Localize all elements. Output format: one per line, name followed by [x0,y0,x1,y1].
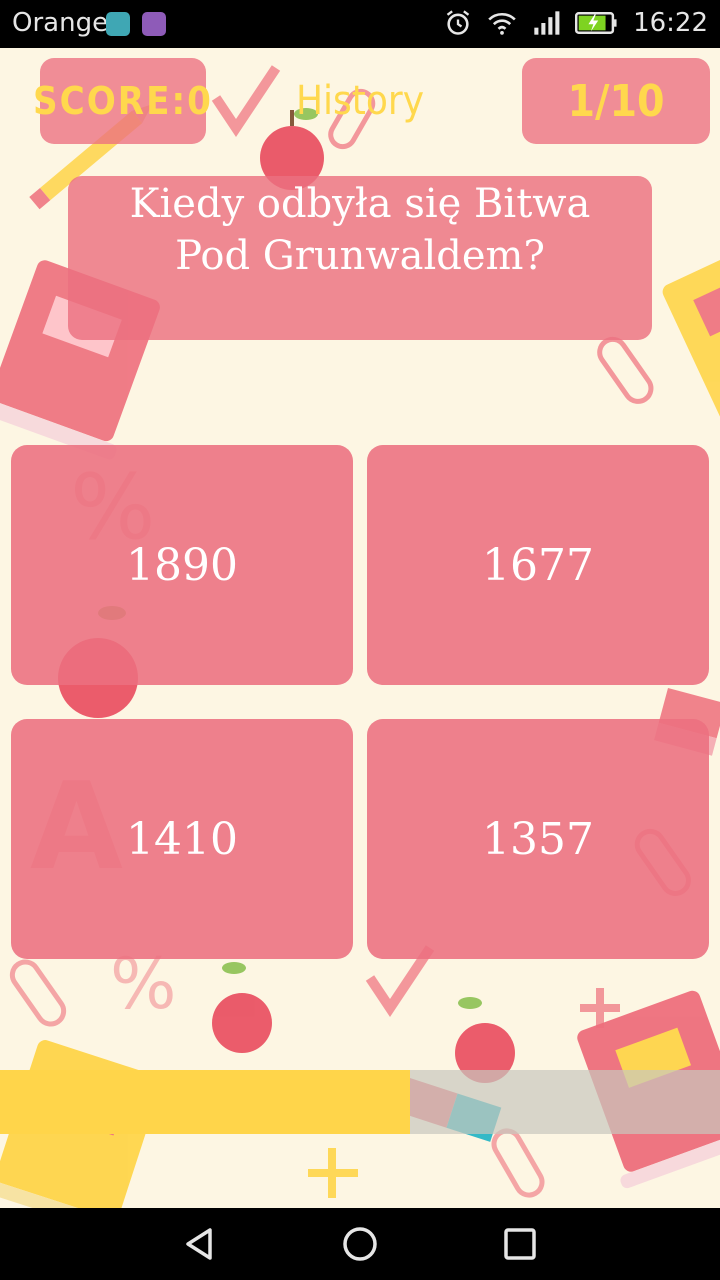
clock: 16:22 [633,8,708,38]
gallery-icon [142,12,166,36]
android-debug-icon [106,12,130,36]
status-bar: Orange 16:22 [0,0,720,48]
back-icon[interactable] [180,1224,220,1264]
question-counter: 1/10 [522,58,710,144]
answer-label: 1410 [126,813,238,865]
answer-button-4[interactable]: 1357 [367,719,709,959]
battery-charging-icon [575,12,617,34]
signal-icon [534,11,560,35]
recents-icon[interactable] [500,1224,540,1264]
answer-button-3[interactable]: 1410 [11,719,353,959]
alarm-icon [446,10,470,35]
home-icon[interactable] [340,1224,380,1264]
timer-bar [0,1070,720,1134]
answer-button-2[interactable]: 1677 [367,445,709,685]
question-text: Kiedy odbyła się Bitwa Pod Grunwaldem? [129,181,591,279]
answer-label: 1357 [482,813,594,865]
timer-bar-fill [0,1070,411,1134]
wifi-icon [488,12,516,35]
score-display: SCORE:0 [33,58,211,144]
question-counter-label: 1/10 [567,75,665,127]
carrier-name: Orange [12,8,109,38]
answer-button-1[interactable]: 1890 [11,445,353,685]
answer-label: 1890 [126,539,238,591]
score-label: SCORE:0 [33,79,213,123]
navigation-bar [0,1208,720,1280]
category-title: History [295,78,424,124]
question-card: Kiedy odbyła się Bitwa Pod Grunwaldem? [68,176,652,340]
answer-label: 1677 [482,539,594,591]
